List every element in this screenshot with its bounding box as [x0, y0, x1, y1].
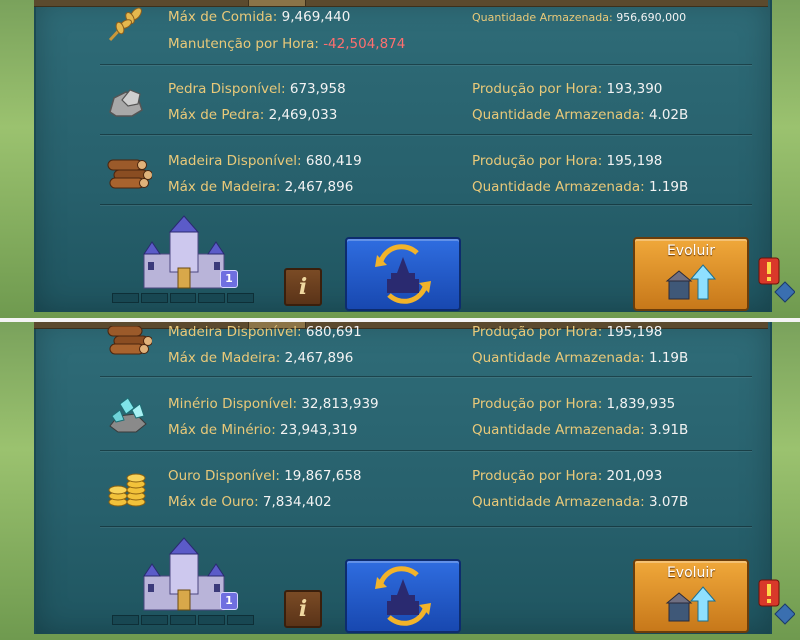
castle-progress-bar: [112, 615, 254, 625]
castle-level-badge: 1: [220, 270, 238, 288]
castle-switch-icon: [375, 566, 431, 626]
wood-icon: [107, 159, 152, 189]
castle-icon: [143, 215, 225, 289]
alert-icon[interactable]: [755, 252, 795, 312]
screen-bottom: Madeira Disponível: 680,691 Produção por…: [0, 322, 800, 640]
castle-switch-button[interactable]: [345, 237, 461, 311]
wheat-icon: [108, 7, 142, 42]
ore-max: Máx de Minério: 23,943,319: [168, 422, 358, 438]
wood-available: Madeira Disponível: 680,691: [168, 324, 362, 340]
gold-available: Ouro Disponível: 19,867,658: [168, 468, 362, 484]
evolve-button-label: Evoluir: [666, 243, 716, 259]
separator: [100, 526, 752, 527]
food-max: Máx de Comida: 9,469,440: [168, 9, 351, 25]
separator: [100, 450, 752, 451]
stone-max: Máx de Pedra: 2,469,033: [168, 107, 338, 123]
separator: [100, 134, 752, 135]
ore-stored: Quantidade Armazenada: 3.91B: [472, 422, 689, 438]
separator: [100, 204, 752, 205]
castle-progress-bar: [112, 293, 254, 303]
wood-production: Produção por Hora: 195,198: [472, 324, 663, 340]
separator: [100, 64, 752, 65]
food-upkeep: Manutenção por Hora: -42,504,874: [168, 36, 406, 52]
alert-icon[interactable]: [755, 574, 795, 634]
gold-stored: Quantidade Armazenada: 3.07B: [472, 494, 689, 510]
gold-production: Produção por Hora: 201,093: [472, 468, 663, 484]
castle-switch-button[interactable]: [345, 559, 461, 633]
wood-icon: [107, 326, 152, 355]
stone-available: Pedra Disponível: 673,958: [168, 81, 346, 97]
separator: [100, 376, 752, 377]
wood-production: Produção por Hora: 195,198: [472, 153, 663, 169]
screen-top: Máx de Comida: 9,469,440 Quantidade Arma…: [0, 0, 800, 318]
food-stored: Quantidade Armazenada: 956,690,000: [472, 11, 687, 24]
gold-max: Máx de Ouro: 7,834,402: [168, 494, 332, 510]
stone-production: Produção por Hora: 193,390: [472, 81, 663, 97]
wood-max: Máx de Madeira: 2,467,896: [168, 350, 354, 366]
stone-icon: [109, 89, 143, 117]
castle-icon: [143, 537, 225, 611]
ore-available: Minério Disponível: 32,813,939: [168, 396, 379, 412]
ore-icon: [109, 397, 147, 433]
panel-top-tab: [248, 0, 306, 7]
castle-switch-icon: [375, 244, 431, 304]
upgrade-arrow-icon: [665, 586, 717, 622]
ore-production: Produção por Hora: 1,839,935: [472, 396, 676, 412]
upgrade-arrow-icon: [665, 264, 717, 300]
stone-stored: Quantidade Armazenada: 4.02B: [472, 107, 689, 123]
evolve-button-label: Evoluir: [666, 565, 716, 581]
wood-available: Madeira Disponível: 680,419: [168, 153, 362, 169]
wood-stored: Quantidade Armazenada: 1.19B: [472, 179, 689, 195]
castle-level-badge: 1: [220, 592, 238, 610]
evolve-button[interactable]: Evoluir: [633, 237, 749, 311]
wood-max: Máx de Madeira: 2,467,896: [168, 179, 354, 195]
gold-icon: [108, 473, 146, 507]
evolve-button[interactable]: Evoluir: [633, 559, 749, 633]
info-button[interactable]: i: [284, 590, 322, 628]
info-button[interactable]: i: [284, 268, 322, 306]
wood-stored: Quantidade Armazenada: 1.19B: [472, 350, 689, 366]
